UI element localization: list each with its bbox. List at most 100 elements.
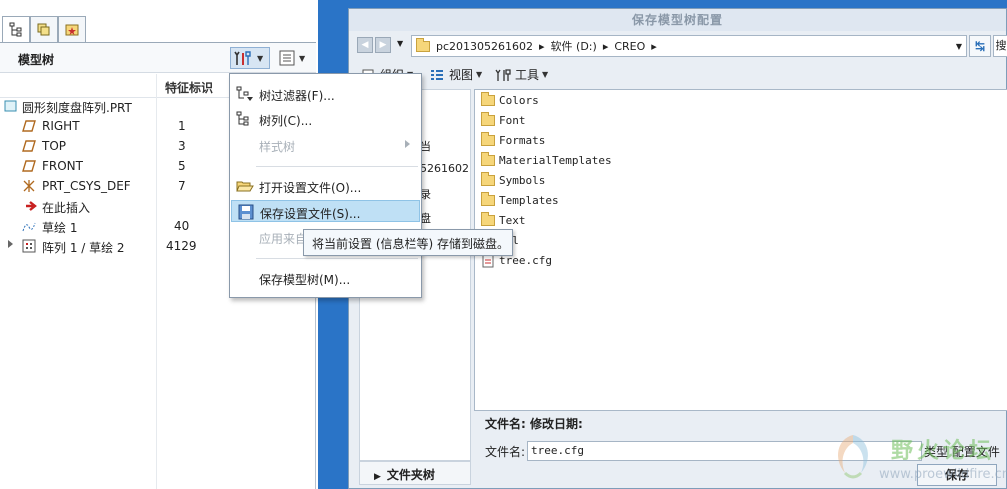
file-name: Formats (499, 133, 546, 147)
list-item[interactable]: Templates (481, 191, 559, 208)
panel-tabbar (0, 0, 316, 43)
list-item[interactable]: Colors (481, 91, 539, 108)
file-name: Symbols (499, 173, 546, 187)
file-list[interactable]: Colors Font Formats MaterialTemplates Sy… (474, 89, 1007, 411)
feature-id: 5 (178, 159, 186, 173)
address-row: ◀ ▶ ▼ pc201305261602 ▸ 软件 (D:) ▸ CREO ▸ … (349, 33, 1007, 59)
breadcrumb-item[interactable]: CREO (614, 40, 645, 53)
menu-item-label: 树过滤器(F)... (259, 89, 335, 103)
folder-icon (481, 171, 495, 186)
tab-model-tree[interactable] (2, 16, 30, 43)
breadcrumb-separator-icon: ▸ (651, 39, 657, 53)
tab-layers[interactable] (30, 16, 58, 42)
filename-label: 文件名: (485, 444, 526, 459)
command-bar: 组织 ▼ 视图 ▼ 工具 ▼ (349, 61, 1006, 87)
feature-id: 3 (178, 139, 186, 153)
menu-item-save-model-tree[interactable]: 保存模型树(M)... (231, 267, 420, 289)
show-dropdown-button[interactable]: ▼ (274, 47, 314, 69)
address-dropdown-icon[interactable]: ▼ (956, 42, 962, 51)
dialog-title: 保存模型树配置 (349, 9, 1006, 31)
feature-id: 4129 (166, 239, 197, 253)
list-item[interactable]: Font (481, 111, 526, 128)
feature-id: 40 (174, 219, 190, 233)
view-button[interactable]: 视图 ▼ (429, 66, 482, 83)
feature-id: 1 (178, 119, 186, 133)
list-item[interactable]: Formats (481, 131, 546, 148)
tree-row-label: TOP (42, 139, 67, 153)
coordinate-system-icon (23, 180, 35, 192)
view-grid-icon (431, 69, 443, 80)
folder-icon (481, 91, 495, 106)
menu-item-tree-columns[interactable]: 树列(C)... (231, 108, 420, 130)
menu-item-label: 保存设置文件(S)... (260, 207, 361, 221)
folder-tree-toggle[interactable]: ▶ 文件夹树 (359, 461, 471, 485)
datum-plane-icon (22, 120, 36, 132)
save-button[interactable]: 保存 (917, 464, 997, 486)
tree-row-label: 在此插入 (42, 201, 91, 215)
menu-item-label: 样式树 (259, 140, 296, 154)
datum-plane-icon (22, 160, 36, 172)
tree-row-label: 阵列 1 / 草绘 2 (42, 241, 125, 255)
filename-input[interactable]: tree.cfg (527, 441, 923, 461)
layers-icon (37, 23, 50, 35)
list-view-icon (279, 50, 295, 66)
menu-item-tree-filter[interactable]: 树过滤器(F)... (231, 83, 420, 105)
refresh-button[interactable]: ↹ (969, 35, 991, 57)
tools-label: 工具 (515, 68, 540, 82)
chevron-down-icon: ▼ (476, 70, 483, 79)
expand-arrow-icon: ▶ (374, 472, 381, 482)
datum-plane-icon (22, 140, 36, 152)
tools-icon (495, 68, 511, 81)
pattern-icon (22, 239, 36, 253)
breadcrumb-separator-icon: ▸ (539, 39, 545, 53)
tree-filter-icon (236, 86, 253, 101)
history-dropdown-icon[interactable]: ▼ (397, 39, 403, 48)
folder-tree-label: 文件夹树 (386, 468, 435, 482)
address-bar[interactable]: pc201305261602 ▸ 软件 (D:) ▸ CREO ▸ ▼ (411, 35, 967, 57)
list-item[interactable]: Text (481, 211, 526, 228)
file-name: Text (499, 213, 526, 227)
arrow-right-icon: ▶ (379, 40, 387, 50)
tools-button[interactable]: 工具 ▼ (495, 66, 548, 83)
forward-button[interactable]: ▶ (375, 37, 391, 53)
tree-row-label: RIGHT (42, 119, 80, 133)
folder-icon (481, 211, 495, 226)
submenu-arrow-icon (405, 140, 410, 148)
part-icon (4, 100, 17, 112)
tree-title: 模型树 (18, 53, 55, 67)
menu-item-save-settings[interactable]: 保存设置文件(S)... (231, 200, 420, 222)
menu-divider (256, 258, 418, 259)
back-button[interactable]: ◀ (357, 37, 373, 53)
menu-item-open-settings[interactable]: 打开设置文件(O)... (231, 175, 420, 197)
chevron-down-icon: ▼ (299, 53, 306, 63)
list-item[interactable]: MaterialTemplates (481, 151, 612, 168)
nav-item[interactable]: 5261602 (420, 162, 469, 175)
tree-row-label: 草绘 1 (42, 221, 78, 235)
tooltip: 将当前设置 (信息栏等) 存储到磁盘。 (303, 229, 513, 256)
sketch-icon (22, 222, 36, 232)
search-input[interactable]: 搜 (993, 35, 1007, 57)
file-name: Font (499, 113, 526, 127)
insert-here-arrow-icon (26, 201, 37, 211)
list-item[interactable]: Symbols (481, 171, 546, 188)
view-label: 视图 (449, 68, 474, 82)
menu-item-label: 树列(C)... (259, 114, 313, 128)
menu-item-style-tree[interactable]: 样式树 (231, 134, 420, 156)
menu-item-label: 应用来自 (259, 232, 308, 246)
file-type-label[interactable]: 类型 配置文件 (924, 443, 1000, 460)
tree-row-label: FRONT (42, 159, 83, 173)
breadcrumb-item[interactable]: 软件 (D:) (551, 38, 597, 54)
settings-dropdown-button[interactable]: ▼ (230, 47, 270, 69)
tree-settings-icon (234, 51, 251, 65)
breadcrumb-separator-icon: ▸ (602, 39, 609, 53)
folder-icon (481, 131, 495, 146)
tree-row-label: PRT_CSYS_DEF (42, 179, 131, 193)
expand-arrow-icon[interactable] (8, 240, 13, 248)
refresh-icon: ↹ (974, 39, 986, 53)
chevron-down-icon: ▼ (257, 53, 264, 63)
tab-favorites[interactable] (58, 16, 86, 42)
feature-id-column-header[interactable]: 特征标识 (165, 79, 213, 96)
folder-icon (481, 151, 495, 166)
save-disk-icon (238, 204, 254, 220)
breadcrumb-item[interactable]: pc201305261602 (436, 40, 533, 53)
